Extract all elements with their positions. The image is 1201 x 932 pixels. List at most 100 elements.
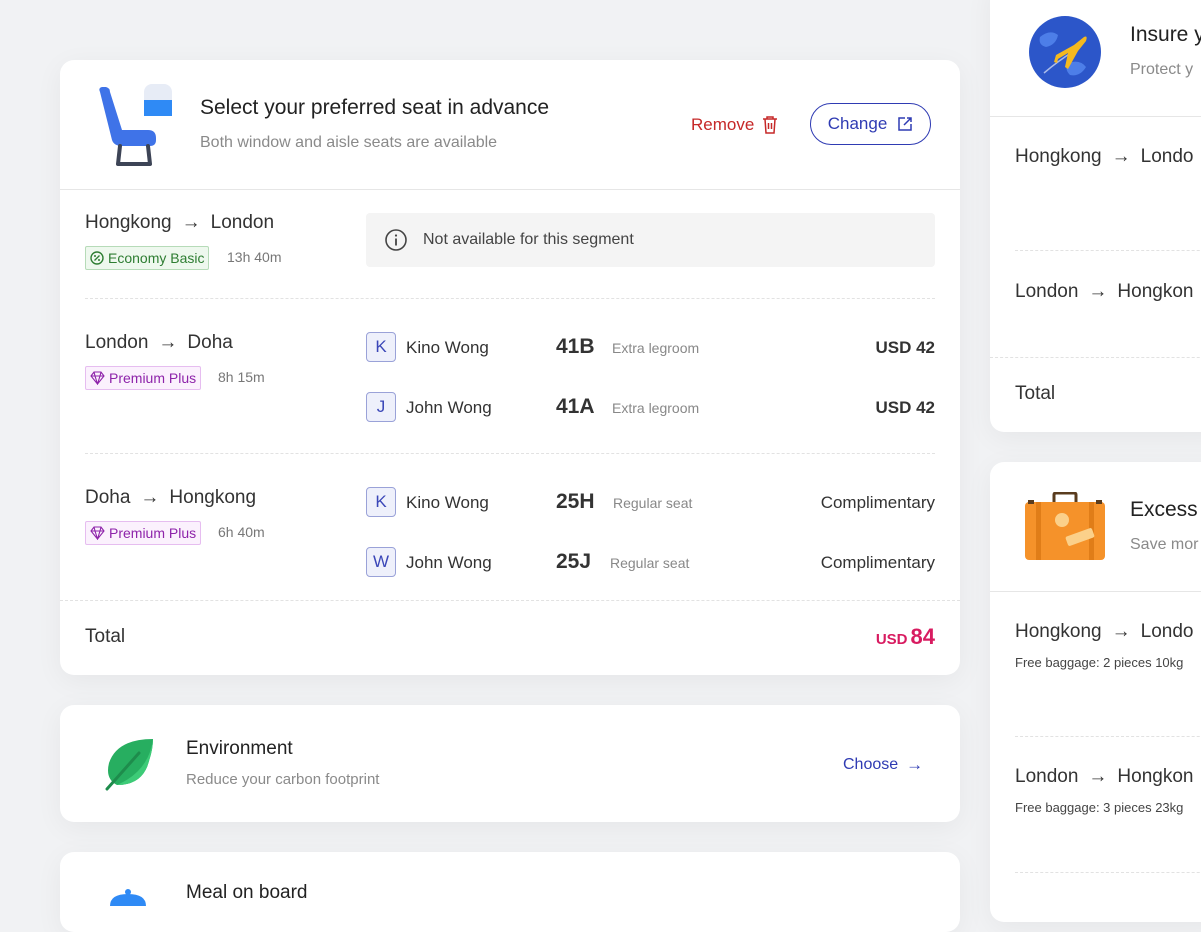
arrow-right-icon: → <box>1088 281 1108 302</box>
seat-price: Complimentary <box>820 493 935 512</box>
excess-title: Excess <box>1130 498 1198 521</box>
seat-number: 41A <box>556 395 595 418</box>
total-divider <box>60 600 960 601</box>
insurance-header-divider <box>990 116 1201 117</box>
passenger-seat-row[interactable]: K Kino Wong 25H Regular seat Complimenta… <box>366 487 935 519</box>
origin-city: London <box>85 332 149 353</box>
environment-choose-link[interactable]: Choose → <box>843 755 923 775</box>
destination-city: Hongkon <box>1117 281 1194 302</box>
seat-price: Complimentary <box>820 553 935 572</box>
origin-city: Doha <box>85 487 131 508</box>
passenger-initial: K <box>366 332 396 362</box>
insurance-total-label: Total <box>1015 383 1056 404</box>
free-baggage-note: Free baggage: 2 pieces 10kg <box>1015 655 1184 670</box>
flight-duration: 8h 15m <box>218 369 265 385</box>
insurance-card: Insure y Protect y Hongkong → Londo Lond… <box>990 0 1201 432</box>
seat-type: Regular seat <box>610 555 690 571</box>
destination-city: Londo <box>1140 621 1194 642</box>
origin-city: Hongkong <box>1015 146 1102 167</box>
passenger-initial: W <box>366 547 396 577</box>
origin-city: London <box>1015 766 1079 787</box>
meal-icon <box>110 889 146 906</box>
seat-selection-card: Select your preferred seat in advance Bo… <box>60 60 960 675</box>
total-value: 84 <box>910 624 935 649</box>
excess-baggage-card: Excess Save mor Hongkong → Londo Free ba… <box>990 462 1201 922</box>
segment-divider <box>85 298 935 299</box>
fare-label: Economy Basic <box>108 250 205 266</box>
meal-title: Meal on board <box>186 882 308 903</box>
globe-plane-icon <box>1029 16 1101 88</box>
seat-number: 41B <box>556 335 595 358</box>
passenger-seat-row[interactable]: J John Wong 41A Extra legroom USD 42 <box>366 392 935 424</box>
insurance-route: London → Hongkon <box>1015 281 1193 303</box>
excess-route: London → Hongkon <box>1015 766 1193 788</box>
origin-city: Hongkong <box>1015 621 1102 642</box>
fare-badge-premium: Premium Plus <box>85 521 202 545</box>
not-available-notice: Not available for this segment <box>366 213 935 267</box>
trash-icon <box>763 116 778 134</box>
seat-card-subtitle: Both window and aisle seats are availabl… <box>200 134 498 151</box>
destination-city: Hongkong <box>169 487 257 508</box>
segment-route: London → Doha <box>85 332 233 354</box>
flight-duration: 6h 40m <box>218 524 265 540</box>
total-label: Total <box>85 626 126 647</box>
fare-badge-economy: Economy Basic <box>85 246 210 270</box>
arrow-right-icon: → <box>1111 621 1131 642</box>
diamond-icon <box>90 526 105 540</box>
insurance-route: Hongkong → Londo <box>1015 146 1193 168</box>
seat-type: Extra legroom <box>612 400 700 416</box>
passenger-name: Kino Wong <box>406 338 489 357</box>
seat-price: USD 42 <box>875 338 935 357</box>
arrow-right-icon: → <box>140 487 160 508</box>
seat-type: Extra legroom <box>612 340 700 356</box>
excess-route: Hongkong → Londo <box>1015 621 1193 643</box>
passenger-seat-row[interactable]: W John Wong 25J Regular seat Complimenta… <box>366 547 935 579</box>
seat-number: 25J <box>556 550 592 573</box>
fare-label: Premium Plus <box>109 370 197 386</box>
free-baggage-note: Free baggage: 3 pieces 23kg <box>1015 800 1184 815</box>
environment-subtitle: Reduce your carbon footprint <box>186 771 380 788</box>
seat-card-title: Select your preferred seat in advance <box>200 96 550 119</box>
segment-divider <box>85 453 935 454</box>
seat-number: 25H <box>556 490 595 513</box>
seat-card-header: Select your preferred seat in advance Bo… <box>60 60 960 190</box>
route-divider <box>1015 736 1201 737</box>
insurance-title: Insure y <box>1130 23 1201 46</box>
passenger-name: John Wong <box>406 398 492 417</box>
passenger-seat-row[interactable]: K Kino Wong 41B Extra legroom USD 42 <box>366 332 935 364</box>
route-divider <box>1015 872 1201 873</box>
passenger-name: John Wong <box>406 553 492 572</box>
environment-title: Environment <box>186 738 293 759</box>
leaf-icon <box>105 739 153 791</box>
info-icon <box>385 229 407 251</box>
meal-card: Meal on board <box>60 852 960 932</box>
arrow-right-icon: → <box>158 332 178 353</box>
choose-label: Choose <box>843 756 899 773</box>
segment-route: Doha → Hongkong <box>85 487 256 509</box>
origin-city: Hongkong <box>85 212 172 233</box>
remove-label: Remove <box>691 115 755 134</box>
destination-city: Hongkon <box>1117 766 1194 787</box>
excess-subtitle: Save mor <box>1130 536 1199 553</box>
passenger-initial: J <box>366 392 396 422</box>
destination-city: Londo <box>1140 146 1194 167</box>
origin-city: London <box>1015 281 1079 302</box>
total-amount: USD 84 <box>876 624 935 650</box>
destination-city: Doha <box>187 332 233 353</box>
remove-button[interactable]: Remove <box>691 115 778 135</box>
passenger-name: Kino Wong <box>406 493 489 512</box>
seat-price: USD 42 <box>875 398 935 417</box>
diamond-icon <box>90 371 105 385</box>
arrow-right-icon: → <box>1088 766 1108 787</box>
insurance-subtitle: Protect y <box>1130 61 1194 78</box>
arrow-right-icon: → <box>906 755 924 774</box>
economy-badge-icon <box>90 251 104 265</box>
change-button[interactable]: Change <box>810 103 931 145</box>
segment-route: Hongkong → London <box>85 212 274 234</box>
seat-icon <box>99 84 172 166</box>
arrow-right-icon: → <box>181 212 201 233</box>
route-divider <box>1015 250 1201 251</box>
passenger-initial: K <box>366 487 396 517</box>
fare-badge-premium: Premium Plus <box>85 366 202 390</box>
fare-label: Premium Plus <box>109 525 197 541</box>
